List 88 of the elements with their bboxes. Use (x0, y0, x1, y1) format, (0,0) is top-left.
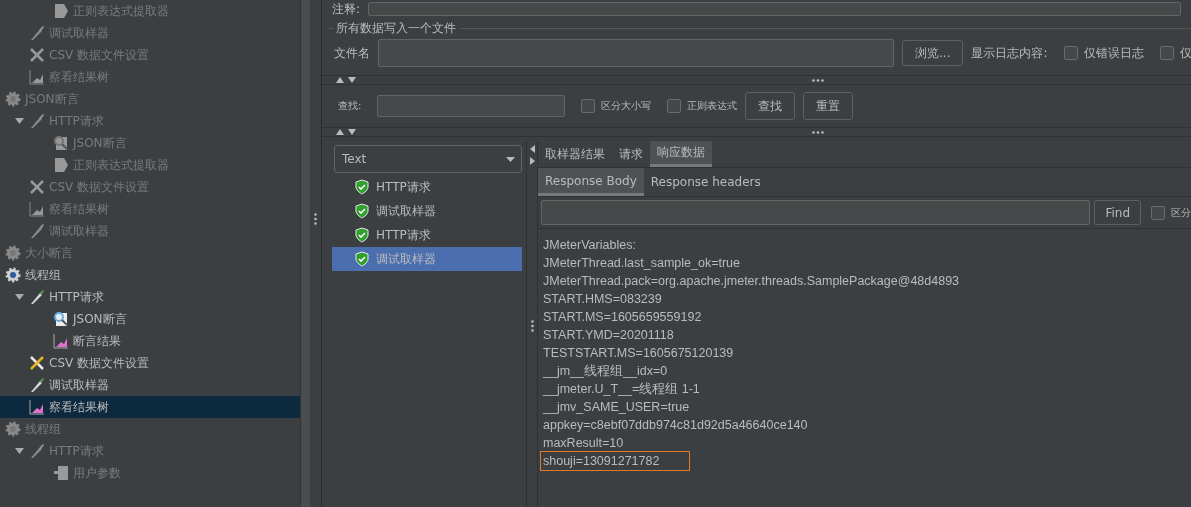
result-item[interactable]: 调试取样器 (332, 199, 522, 223)
action-button[interactable]: 查找 (745, 92, 796, 120)
search-field[interactable] (377, 95, 566, 117)
response-line: appkey=c8ebf07ddb974c81d92d5a46640ce140 (542, 417, 809, 434)
field-label: 文件名 (334, 44, 370, 62)
checkbox[interactable] (667, 99, 682, 113)
collapse-arrows-icon[interactable] (336, 77, 358, 83)
response-line: JMeterThread.pack=org.apache.jmeter.threads.SamplePackage@48d4893 (542, 273, 961, 290)
collapse-arrows-icon[interactable] (336, 129, 358, 135)
document-icon (53, 3, 69, 19)
field-label: 查找: (338, 99, 362, 113)
shield-check-icon (354, 227, 370, 243)
expanded-caret-icon[interactable] (14, 294, 24, 300)
section-title: 所有数据写入一个文件 (335, 20, 457, 37)
field-label: 显示日志内容: (971, 44, 1048, 62)
tree-item[interactable]: HTTP请求 (0, 286, 300, 308)
browse-button[interactable]: 浏览... (902, 40, 964, 66)
tab[interactable]: 响应数据 (650, 141, 712, 167)
gear-icon (5, 267, 21, 283)
response-line: maxResult=10 (542, 435, 625, 452)
document-icon (53, 157, 69, 173)
tree-item[interactable]: 线程组 (0, 264, 300, 286)
pipette-icon (29, 25, 45, 41)
gear-icon (5, 421, 21, 437)
gear-icon (5, 91, 21, 107)
pipette-icon (29, 223, 45, 239)
pipette-icon (29, 377, 45, 393)
scrollbar[interactable] (300, 0, 310, 507)
chart-icon (53, 333, 69, 349)
wrench-screwdriver-icon (29, 47, 45, 63)
tree-item[interactable]: 调试取样器 (0, 374, 300, 396)
document-icon (53, 465, 69, 481)
tab[interactable]: 取样器结果 (538, 141, 612, 167)
field-label: 注释: (332, 0, 361, 18)
response-line: START.YMD=20201118 (542, 327, 675, 344)
response-line: __jm__线程组__idx=0 (542, 363, 669, 380)
tab[interactable]: Response Body (538, 168, 644, 196)
result-item[interactable]: HTTP请求 (332, 175, 522, 199)
chart-icon (29, 69, 45, 85)
shield-check-icon (354, 251, 370, 267)
checkbox[interactable] (1063, 46, 1078, 60)
response-line: START.MS=1605659559192 (542, 309, 703, 326)
response-line: TESTSTART.MS=1605675120139 (542, 345, 735, 362)
drag-handle-icon[interactable] (314, 213, 317, 225)
checkbox-label: 仅 (1179, 44, 1191, 62)
checkbox-label: 正则表达式 (687, 99, 738, 113)
drag-handle-icon[interactable] (812, 130, 824, 134)
pipette-icon (29, 443, 45, 459)
checkbox[interactable] (581, 99, 596, 113)
action-button[interactable]: 重置 (803, 92, 854, 120)
wrench-screwdriver-icon (29, 355, 45, 371)
gear-icon (5, 245, 21, 261)
response-line: JMeterVariables: (542, 237, 637, 254)
response-line: shouji=13091271782 (541, 452, 689, 470)
response-line: JMeterThread.last_sample_ok=true (542, 255, 741, 272)
wrench-screwdriver-icon (29, 179, 45, 195)
checkbox-label: 区分大小写 (601, 99, 652, 113)
response-line: __jmeter.U_T__=线程组 1-1 (542, 381, 701, 398)
tree-item[interactable]: JSON断言 (0, 308, 300, 330)
checkbox-label: 区分 (1171, 205, 1191, 220)
tab[interactable]: 请求 (612, 141, 650, 167)
drag-handle-icon[interactable] (812, 78, 824, 82)
filename-field[interactable] (378, 39, 894, 67)
magnifier-icon (53, 311, 69, 327)
magnifier-icon (53, 135, 69, 151)
checkbox-label: 仅错误日志 (1083, 44, 1144, 62)
result-item[interactable]: HTTP请求 (332, 223, 522, 247)
response-line: START.HMS=083239 (542, 291, 663, 308)
shield-check-icon (354, 203, 370, 219)
chart-icon (29, 201, 45, 217)
tree-item[interactable]: 察看结果树 (0, 396, 300, 418)
caret-icon (506, 156, 515, 162)
find-button[interactable]: Find (1094, 200, 1141, 225)
pipette-icon (29, 289, 45, 305)
tree-item[interactable]: 断言结果 (0, 330, 300, 352)
tree-item[interactable]: CSV 数据文件设置 (0, 352, 300, 374)
collapse-arrows-icon[interactable] (529, 145, 535, 165)
checkbox[interactable] (1159, 46, 1174, 60)
response-line: __jmv_SAME_USER=true (542, 399, 691, 416)
renderer-dropdown[interactable]: Text (334, 145, 522, 173)
checkbox[interactable] (1151, 205, 1165, 220)
chart-icon (29, 399, 45, 415)
pipette-icon (29, 113, 45, 129)
shield-check-icon (354, 179, 370, 195)
find-field[interactable] (541, 200, 1091, 225)
comment-field[interactable] (368, 2, 1181, 16)
tab[interactable]: Response headers (643, 168, 768, 196)
drag-handle-icon[interactable] (530, 320, 534, 332)
